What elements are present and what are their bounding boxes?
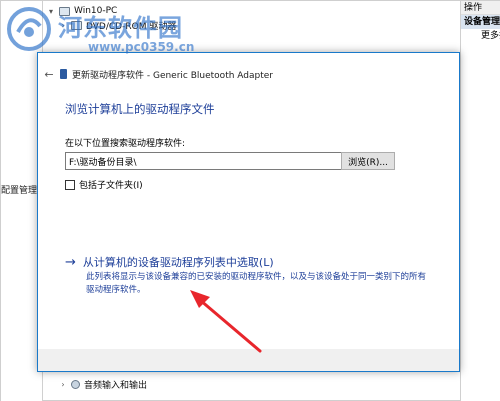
page-heading: 浏览计算机上的驱动程序文件 [65,102,215,116]
audio-icon [71,379,80,389]
tree-item-audio[interactable]: › 音频输入和输出 [59,377,147,391]
back-arrow-icon[interactable]: ← [38,68,60,81]
path-combobox[interactable]: F:\驱动备份目录\ ⌄ [65,152,355,170]
arrow-right-icon[interactable]: → [65,255,76,270]
include-subfolders-option[interactable]: 包括子文件夹(I) [65,178,143,191]
watermark-text: 河东软件园 [58,13,183,42]
browse-button[interactable]: 浏览(R)... [341,152,395,170]
include-subfolders-label[interactable]: 包括子文件夹(I) [79,178,143,191]
pick-from-list-description: 此列表将显示与该设备兼容的已安装的驱动程序软件，以及与该设备处于同一类别下的所有… [86,272,427,295]
pick-from-list-title[interactable]: 从计算机的设备驱动程序列表中选取(L) [83,254,274,270]
watermark-url: www.pc0359.cn [88,40,195,54]
path-input[interactable]: F:\驱动备份目录\ [66,155,338,168]
dialog-titlebar: ← 更新驱动程序软件 - Generic Bluetooth Adapter [38,63,459,85]
expand-arrow-icon[interactable]: › [59,380,67,389]
bluetooth-device-icon [60,69,67,79]
update-driver-dialog: ← 更新驱动程序软件 - Generic Bluetooth Adapter 浏… [37,52,460,372]
actions-header: 操作 [461,1,500,15]
tree-item-label: 音频输入和输出 [84,380,148,391]
include-subfolders-checkbox[interactable] [65,179,75,190]
watermark-logo-icon [7,7,51,51]
actions-panel: 操作 设备管理器 更多操作 [460,1,500,401]
pick-from-list-link[interactable]: → 从计算机的设备驱动程序列表中选取(L) [65,254,274,270]
actions-device-manager[interactable]: 设备管理器 [461,15,500,29]
dialog-footer [38,349,459,371]
dialog-title: 更新驱动程序软件 - Generic Bluetooth Adapter [72,70,273,81]
search-location-label: 在以下位置搜索驱动程序软件: [65,139,186,149]
actions-more[interactable]: 更多操作 [461,29,500,43]
dialog-top-strip [38,53,459,63]
